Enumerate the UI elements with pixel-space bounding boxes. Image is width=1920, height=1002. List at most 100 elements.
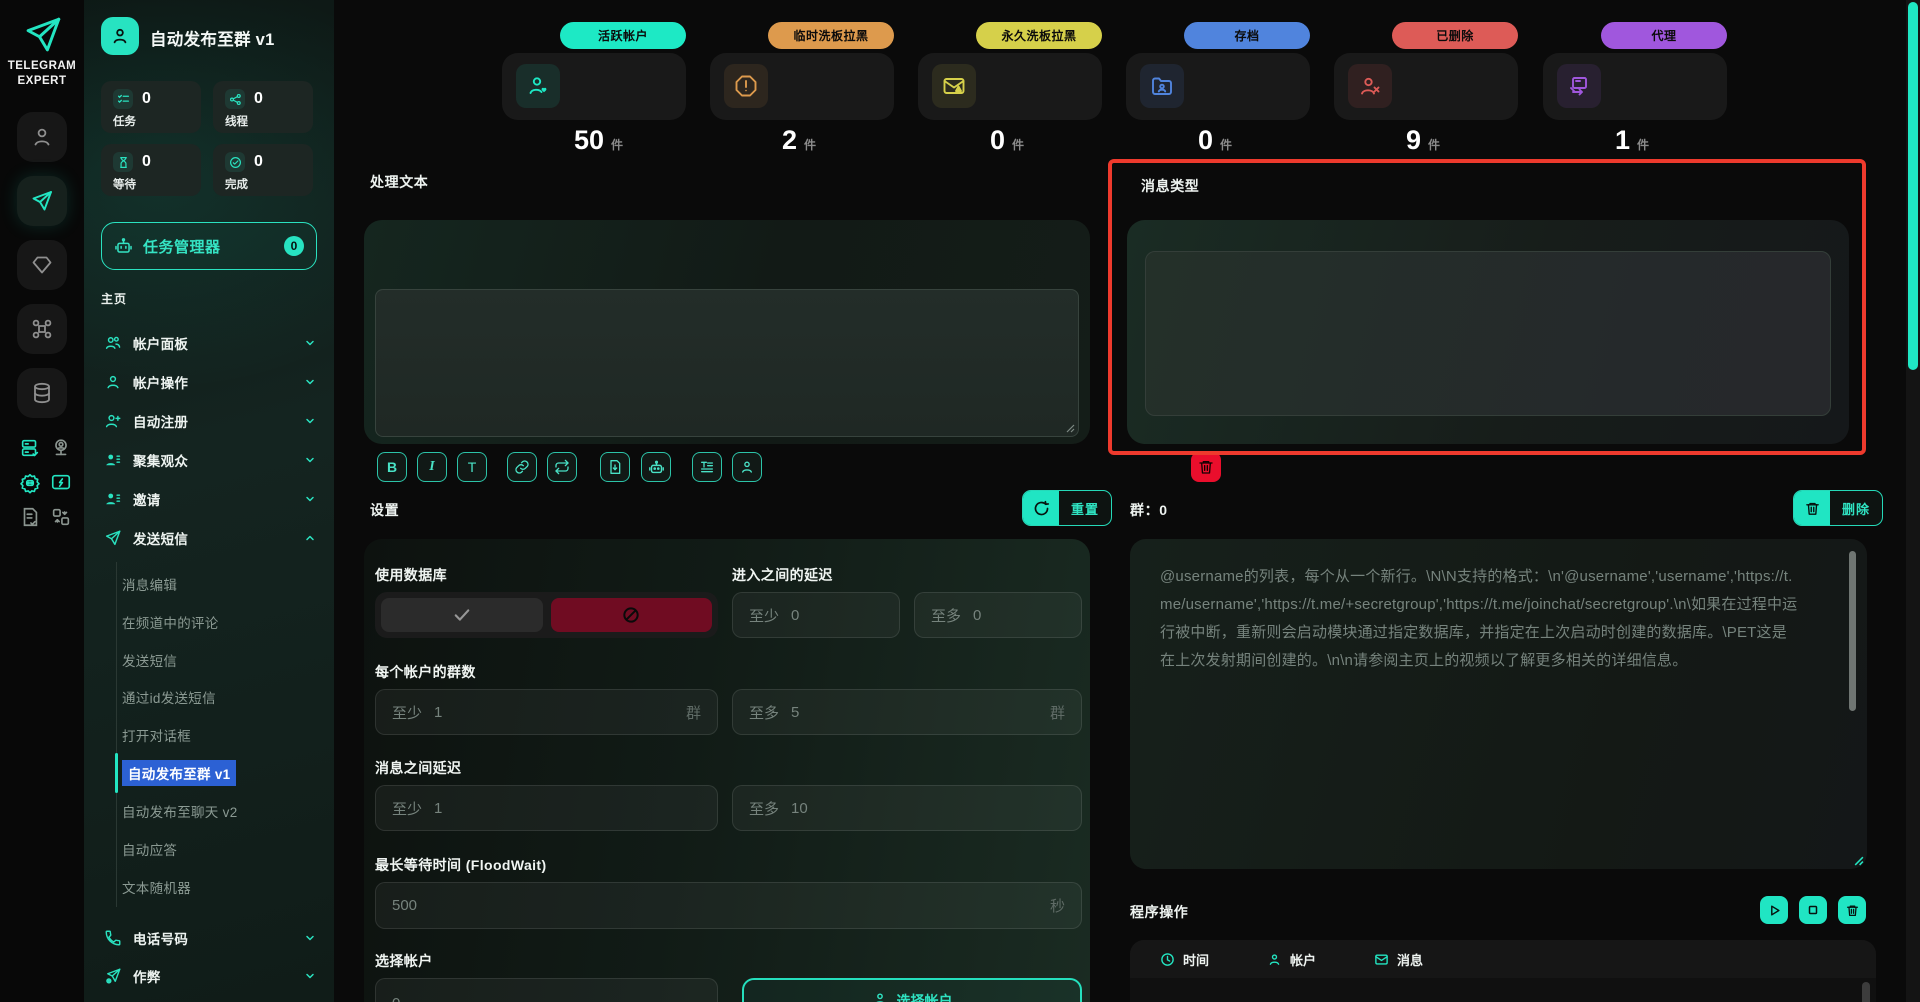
- sidebar-item-label: 帐户面板: [133, 333, 188, 353]
- submenu-item-auto-post-chat-v2[interactable]: 自动发布至聊天 v2: [122, 792, 322, 830]
- sidebar-item-cheats[interactable]: 作弊: [84, 957, 334, 995]
- max-value: 10: [791, 800, 808, 817]
- file-down-icon: [607, 459, 623, 475]
- stat-card-badge: 临时洗板拉黑: [768, 22, 894, 49]
- stat-card-unit: 件: [1220, 136, 1232, 153]
- database-no-button[interactable]: [551, 598, 713, 632]
- sidebar-item-invite[interactable]: 邀请: [84, 480, 334, 518]
- rail-commands-button[interactable]: [17, 304, 67, 354]
- groups-scrollbar-thumb[interactable]: [1849, 551, 1856, 711]
- mini-user-network-icon[interactable]: [49, 436, 73, 460]
- stat-value: 0: [142, 153, 151, 171]
- trash-icon: [1794, 491, 1830, 525]
- resize-handle[interactable]: [1065, 423, 1075, 433]
- user-icon: [104, 373, 122, 391]
- submenu-label: 在频道中的评论: [122, 612, 219, 632]
- enter-delay-min-input[interactable]: 至少0: [732, 592, 900, 638]
- stat-value: 0: [142, 90, 151, 108]
- submenu-label: 自动发布至聊天 v2: [122, 801, 238, 821]
- sidebar-item-gather-audience[interactable]: 聚集观众: [84, 441, 334, 479]
- min-prefix: 至少: [392, 702, 422, 723]
- program-ops-title: 程序操作: [1130, 902, 1188, 922]
- italic-button[interactable]: I: [417, 452, 447, 482]
- min-prefix: 至少: [392, 798, 422, 819]
- submenu-item-auto-reply[interactable]: 自动应答: [122, 830, 322, 868]
- groups-min-input[interactable]: 至少1 群: [375, 689, 718, 735]
- submenu-item-open-dialog[interactable]: 打开对话框: [122, 716, 322, 754]
- rail-sender-button[interactable]: [17, 176, 67, 226]
- delete-groups-button[interactable]: 删除: [1793, 490, 1883, 526]
- clear-log-button[interactable]: [1838, 896, 1866, 924]
- stat-card-unit: 件: [1428, 136, 1440, 153]
- log-scrollbar-thumb[interactable]: [1862, 982, 1870, 1002]
- link-button[interactable]: [507, 452, 537, 482]
- text-format-button[interactable]: T: [457, 452, 487, 482]
- file-insert-button[interactable]: [600, 452, 630, 482]
- mini-file-check-icon[interactable]: [18, 505, 42, 529]
- rail-accounts-button[interactable]: [17, 112, 67, 162]
- max-prefix: 至多: [749, 702, 779, 723]
- database-yes-button[interactable]: [381, 598, 543, 632]
- reset-button[interactable]: 重置: [1022, 490, 1112, 526]
- resize-handle[interactable]: [1853, 855, 1863, 865]
- check-icon: [452, 605, 472, 625]
- mini-server-check-icon[interactable]: [18, 436, 42, 460]
- task-manager-badge: 0: [284, 236, 304, 256]
- rail-premium-button[interactable]: [17, 240, 67, 290]
- sidebar-item-send-sms[interactable]: 发送短信: [84, 519, 334, 557]
- groups-placeholder: @username的列表，每个从一个新行。\N\N支持的格式：\n'@usern…: [1160, 563, 1800, 675]
- submenu-item-auto-post-group-v1[interactable]: 自动发布至群 v1: [122, 754, 322, 792]
- mini-console-icon[interactable]: [49, 471, 73, 495]
- submenu-item-channel-comments[interactable]: 在频道中的评论: [122, 603, 322, 641]
- stat-card-value: 0: [990, 125, 1005, 156]
- message-delay-label: 消息之间延迟: [375, 758, 461, 778]
- stop-button[interactable]: [1799, 896, 1827, 924]
- submenu-item-send-sms[interactable]: 发送短信: [122, 641, 322, 679]
- repeat-button[interactable]: [547, 452, 577, 482]
- select-account-count-input[interactable]: 0: [375, 978, 718, 1002]
- mention-user-button[interactable]: [732, 452, 762, 482]
- message-delay-min-input[interactable]: 至少1: [375, 785, 718, 831]
- start-button[interactable]: [1760, 896, 1788, 924]
- floodwait-value: 500: [392, 897, 417, 914]
- submenu-item-text-randomizer[interactable]: 文本随机器: [122, 868, 322, 906]
- stop-icon: [1807, 904, 1819, 916]
- sidebar-item-auto-register[interactable]: 自动注册: [84, 402, 334, 440]
- task-manager-button[interactable]: 任务管理器 0: [101, 222, 317, 270]
- submenu-label: 发送短信: [122, 650, 177, 670]
- sidebar-item-label: 电话号码: [133, 928, 188, 948]
- select-account-button[interactable]: 选择帐户: [742, 978, 1082, 1002]
- sidebar-item-account-ops[interactable]: 帐户操作: [84, 363, 334, 401]
- module-avatar: [101, 17, 139, 55]
- user-x-icon: [1348, 64, 1392, 108]
- paper-plane-icon: [30, 189, 54, 213]
- submenu-label-selected: 自动发布至群 v1: [122, 760, 236, 786]
- enter-delay-max-input[interactable]: 至多0: [914, 592, 1082, 638]
- stat-card-unit: 件: [1012, 136, 1024, 153]
- submenu-label: 打开对话框: [122, 725, 191, 745]
- chevron-down-icon: [304, 376, 316, 388]
- sidebar-item-phone-numbers[interactable]: 电话号码: [84, 919, 334, 957]
- chevron-down-icon: [304, 493, 316, 505]
- floodwait-input[interactable]: 500 秒: [375, 882, 1082, 929]
- column-account: 帐户: [1267, 950, 1316, 969]
- message-type-textarea[interactable]: [1145, 251, 1831, 416]
- clear-text-button[interactable]: [1191, 452, 1221, 482]
- chevron-down-icon: [304, 932, 316, 944]
- icon-rail: TELEGRAM EXPERT: [0, 0, 84, 1002]
- groups-max-input[interactable]: 至多5 群: [732, 689, 1082, 735]
- mini-swap-squares-icon[interactable]: [49, 505, 73, 529]
- submenu-item-message-edit[interactable]: 消息编辑: [122, 565, 322, 603]
- mini-bot-gear-icon[interactable]: [18, 471, 42, 495]
- bot-button[interactable]: [641, 452, 671, 482]
- bold-button[interactable]: B: [377, 452, 407, 482]
- process-text-textarea[interactable]: [375, 289, 1079, 437]
- page-scrollbar-thumb[interactable]: [1908, 2, 1918, 370]
- sidebar-item-account-panel[interactable]: 帐户面板: [84, 324, 334, 362]
- message-delay-max-input[interactable]: 至多10: [732, 785, 1082, 831]
- submenu-item-send-by-id[interactable]: 通过id发送短信: [122, 678, 322, 716]
- text-lines-button[interactable]: [692, 452, 722, 482]
- groups-textarea[interactable]: @username的列表，每个从一个新行。\N\N支持的格式：\n'@usern…: [1130, 539, 1867, 869]
- phone-icon: [104, 929, 122, 947]
- rail-database-button[interactable]: [17, 368, 67, 418]
